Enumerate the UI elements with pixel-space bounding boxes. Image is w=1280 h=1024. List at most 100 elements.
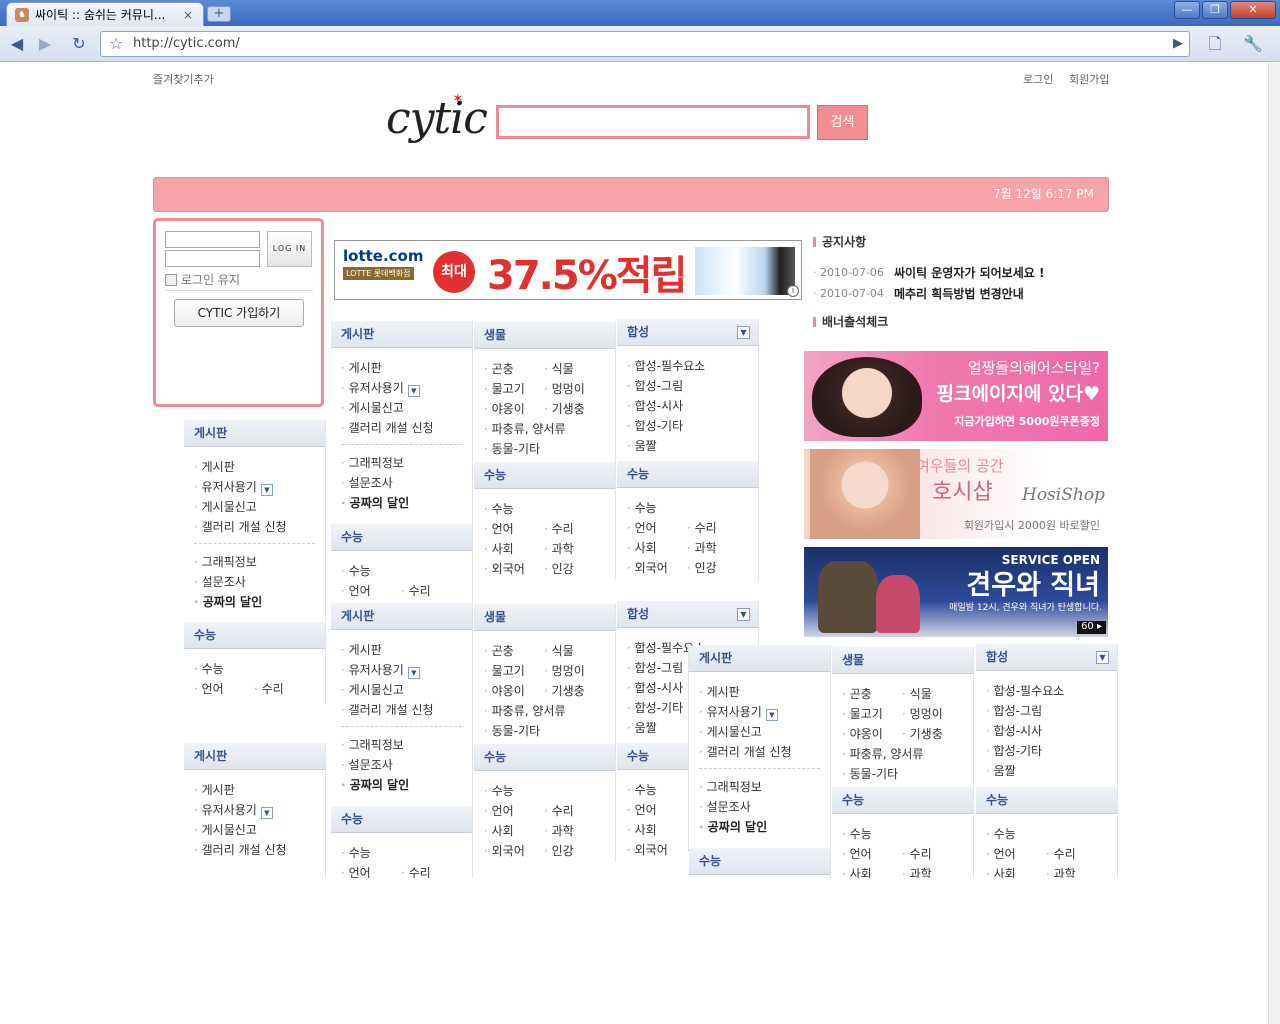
list-item[interactable]: 움짤	[986, 761, 1111, 781]
list-item[interactable]: 멍멍이	[544, 379, 604, 399]
notice-item[interactable]: 2010-07-06 싸이틱 운영자가 되어보세요 !	[813, 264, 1044, 281]
list-item[interactable]: 물고기	[842, 704, 902, 724]
suneung-panel-header[interactable]: 수능	[184, 622, 325, 649]
pinkage-ad-banner[interactable]: 얼짱들의헤어스타일? 핑크에이지에 있다♥ 지금가입하면 5000원쿠폰증정	[804, 351, 1108, 441]
list-item[interactable]: 언어	[842, 844, 902, 864]
life-panel-header[interactable]: 생물	[832, 647, 973, 674]
list-item[interactable]: 동물-기타	[484, 439, 609, 459]
username-input[interactable]	[165, 231, 260, 248]
list-item[interactable]: 사회	[842, 864, 902, 878]
list-item[interactable]: 야옹이	[484, 681, 544, 701]
bookmark-star-icon[interactable]: ☆	[109, 32, 123, 56]
login-link[interactable]: 로그인	[1023, 71, 1053, 87]
synth-panel-header[interactable]: 합성 ▼	[617, 601, 758, 628]
list-item[interactable]: 기생충	[544, 681, 604, 701]
ad-counter-badge[interactable]: 60 ▸	[1077, 621, 1106, 634]
list-item[interactable]: 게시판	[699, 682, 824, 702]
list-item[interactable]: 게시판	[341, 358, 466, 378]
suneung-panel-header[interactable]: 수능	[331, 806, 472, 833]
list-item[interactable]: 사회	[627, 820, 687, 840]
notice-title[interactable]: 싸이틱 운영자가 되어보세요 !	[894, 264, 1045, 281]
list-item[interactable]: 동물-기타	[842, 764, 967, 784]
list-item[interactable]: 사회	[484, 821, 544, 841]
list-item[interactable]: 언어	[484, 801, 544, 821]
list-item[interactable]: 게시물신고	[194, 820, 319, 840]
list-item[interactable]: 수리	[401, 581, 461, 601]
list-item[interactable]: 곤충	[484, 641, 544, 661]
list-item[interactable]: 식물	[544, 641, 604, 661]
notice-title[interactable]: 메추리 획득방법 변경안내	[894, 285, 1024, 302]
list-item[interactable]: 수능	[484, 781, 609, 801]
chevron-down-icon[interactable]: ▼	[260, 807, 273, 819]
list-item[interactable]: 언어	[627, 800, 687, 820]
chevron-down-icon[interactable]: ▼	[1096, 651, 1109, 664]
list-item[interactable]: 합성-시사	[986, 721, 1111, 741]
list-item[interactable]: 기생충	[902, 724, 962, 744]
list-item[interactable]: 사회	[484, 539, 544, 559]
hosishop-ad-banner[interactable]: 여우들의 공간 호시샵 HosiShop 회원가입시 2000원 바로할인	[804, 449, 1108, 539]
list-item[interactable]: 합성-기타	[627, 416, 752, 436]
gyeonwoo-ad-banner[interactable]: SERVICE OPEN 견우와 직녀 매일밤 12시, 견우와 직녀가 탄생합…	[804, 547, 1108, 637]
suneung-panel-header[interactable]: 수능	[474, 462, 615, 489]
list-item[interactable]: 인강	[544, 559, 604, 579]
list-item[interactable]: 유저사용기▼	[194, 800, 319, 820]
list-item[interactable]: 그래픽정보	[699, 777, 824, 797]
new-tab-button[interactable]: +	[207, 6, 231, 22]
chevron-down-icon[interactable]: ▼	[737, 326, 750, 339]
list-item[interactable]: 곤충	[484, 359, 544, 379]
page-menu-icon[interactable]: 🗋	[1204, 33, 1226, 55]
chevron-down-icon[interactable]: ▼	[407, 385, 420, 397]
list-item[interactable]: 게시판	[341, 640, 466, 660]
list-item[interactable]: 합성-필수요소	[627, 356, 752, 376]
list-item[interactable]: 그래픽정보	[194, 552, 319, 572]
chevron-down-icon[interactable]: ▼	[407, 667, 420, 679]
maximize-button[interactable]: ❐	[1202, 1, 1228, 19]
list-item[interactable]: 설문조사	[341, 755, 466, 775]
list-item[interactable]: 게시물신고	[341, 680, 466, 700]
list-item[interactable]: 언어	[341, 863, 401, 878]
list-item[interactable]: 멍멍이	[544, 661, 604, 681]
life-panel-header[interactable]: 생물	[474, 322, 615, 349]
list-item[interactable]: 유저사용기▼	[341, 660, 466, 680]
list-item[interactable]: 식물	[544, 359, 604, 379]
password-input[interactable]	[165, 250, 260, 267]
board-panel-header[interactable]: 게시판	[184, 743, 325, 770]
list-item[interactable]: 설문조사	[194, 572, 319, 592]
bookmark-link[interactable]: 즐겨찾기추가	[153, 71, 214, 87]
reload-icon[interactable]: ↻	[68, 33, 90, 55]
list-item[interactable]: 갤러리 개설 신청	[194, 517, 319, 537]
list-item[interactable]: 언어	[341, 581, 401, 601]
suneung-panel-header[interactable]: 수능	[474, 744, 615, 771]
list-item[interactable]: 외국어	[484, 841, 544, 861]
list-item[interactable]: 설문조사	[699, 797, 824, 817]
list-item[interactable]: 수능	[194, 659, 319, 679]
list-item[interactable]: 외국어	[627, 558, 687, 578]
synth-panel-header[interactable]: 합성 ▼	[617, 319, 758, 346]
list-item[interactable]: 파충류, 양서류	[484, 419, 609, 439]
suneung-panel-header[interactable]: 수능	[689, 848, 830, 875]
list-item[interactable]: 언어	[986, 844, 1046, 864]
board-panel-header[interactable]: 게시판	[184, 420, 325, 447]
list-item[interactable]: 언어	[627, 518, 687, 538]
list-item[interactable]: 갤러리 개설 신청	[341, 700, 466, 720]
list-item[interactable]: 외국어	[484, 559, 544, 579]
search-button[interactable]: 검색	[817, 105, 868, 140]
list-item[interactable]: 합성-시사	[627, 396, 752, 416]
list-item[interactable]: 인강	[687, 558, 747, 578]
list-item[interactable]: 곤충	[842, 684, 902, 704]
list-item[interactable]: 유저사용기▼	[699, 702, 824, 722]
list-item[interactable]: 유저사용기▼	[194, 477, 319, 497]
list-item[interactable]: 공짜의 달인	[341, 775, 466, 795]
list-item[interactable]: 물고기	[484, 379, 544, 399]
list-item[interactable]: 수능	[341, 561, 466, 581]
list-item[interactable]: 공짜의 달인	[699, 817, 824, 837]
list-item[interactable]: 수리	[1046, 844, 1106, 864]
list-item[interactable]: 수리	[254, 679, 314, 699]
list-item[interactable]: 수리	[544, 801, 604, 821]
list-item[interactable]: 사회	[986, 864, 1046, 878]
list-item[interactable]: 파충류, 양서류	[484, 701, 609, 721]
list-item[interactable]: 게시판	[194, 457, 319, 477]
list-item[interactable]: 게시물신고	[194, 497, 319, 517]
list-item[interactable]: 갤러리 개설 신청	[194, 840, 319, 860]
browser-tab[interactable]: ♞ 싸이틱 :: 숨쉬는 커뮤니... ×	[6, 2, 204, 26]
